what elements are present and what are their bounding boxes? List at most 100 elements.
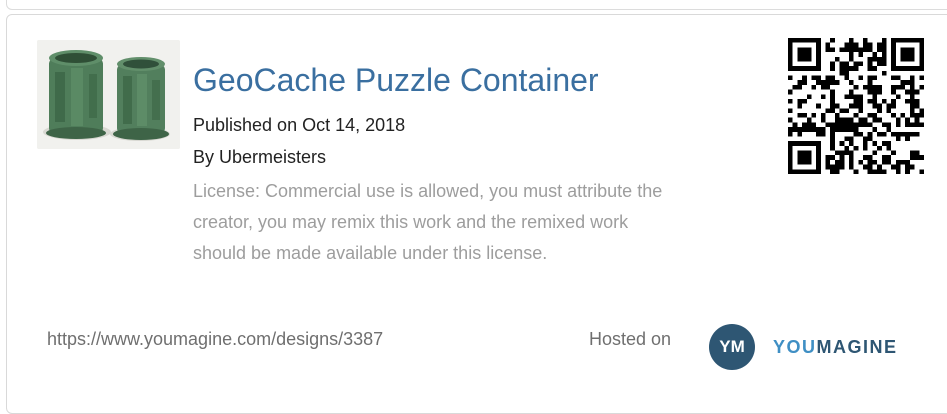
qr-module [891,89,896,95]
qr-module [797,103,803,109]
qr-module [853,84,859,90]
qr-module [839,122,845,128]
qr-module [811,141,817,146]
qr-module [895,122,901,128]
qr-module [802,47,807,53]
qr-module [816,150,821,156]
qr-module [839,141,845,146]
qr-module [909,38,915,43]
qr-module [788,150,793,156]
qr-module [839,70,845,76]
qr-module [830,89,835,95]
qr-module [867,61,873,67]
qr-module [848,38,854,43]
qr-module [891,38,896,43]
qr-module [872,84,878,90]
qr-module [881,122,887,128]
qr-module [844,66,849,71]
qr-module [900,113,906,118]
youmagine-logo-wordmark[interactable]: YOUMAGINE [773,337,898,358]
qr-module [839,108,845,114]
author-byline: By Ubermeisters [193,147,327,167]
qr-module [830,136,835,142]
qr-module [816,66,821,71]
qr-module [919,113,924,118]
qr-module [881,38,887,43]
qr-module [919,47,924,53]
qr-module [886,155,892,160]
qr-module [909,98,915,104]
qr-module [905,47,910,53]
qr-module [909,164,915,170]
qr-module [909,155,915,160]
qr-module [834,113,840,118]
qr-module [802,98,807,104]
qr-module [825,159,831,165]
qr-module [881,131,887,137]
qr-module [848,47,854,53]
qr-module [811,84,817,90]
qr-module [858,75,864,81]
qr-module [877,103,882,109]
qr-module [895,117,901,123]
qr-module [914,89,920,95]
qr-module [820,127,826,132]
youmagine-logo-badge[interactable]: YM [709,324,755,370]
qr-module [858,122,864,128]
qr-module [891,164,896,170]
qr-module [914,38,920,43]
qr-module [839,164,845,170]
qr-module [848,94,854,99]
qr-module [863,47,868,53]
design-url-link[interactable]: https://www.youmagine.com/designs/3387 [47,329,383,350]
qr-module [830,66,835,71]
qr-module [886,108,892,114]
qr-module [914,66,920,71]
qr-module [914,98,920,104]
design-thumbnail[interactable] [37,40,180,149]
qr-module [909,84,915,90]
qr-module [867,75,873,81]
qr-module [853,61,859,67]
qr-module [895,131,901,137]
qr-module [816,131,821,137]
qr-module [863,164,868,170]
qr-module [919,122,924,128]
qr-module [881,47,887,53]
qr-module [788,108,793,114]
qr-module [881,155,887,160]
qr-module [905,80,910,85]
qr-module [886,159,892,165]
qr-module [830,141,835,146]
license-text: License: Commercial use is allowed, you … [193,181,663,263]
qr-module [806,47,812,53]
qr-module [905,122,910,128]
qr-module [816,80,821,85]
qr-module [905,117,910,123]
qr-module [909,94,915,99]
qr-module [853,127,859,132]
qr-module [802,155,807,160]
qr-module [834,150,840,156]
design-title-link[interactable]: GeoCache Puzzle Container [193,62,599,99]
qr-module [816,42,821,48]
qr-module [788,42,793,48]
qr-module [788,131,793,137]
qr-module [797,131,803,137]
qr-module [802,75,807,81]
qr-module [919,108,924,114]
qr-module [877,61,882,67]
qr-module [881,141,887,146]
qr-module [909,52,915,57]
qr-module [891,98,896,104]
qr-module [872,94,878,99]
qr-module [816,52,821,57]
qr-module [895,159,901,165]
qr-module [788,155,793,160]
qr-module [788,164,793,170]
qr-module [830,94,835,99]
qr-module [895,164,901,170]
qr-module [900,131,906,137]
qr-module [839,159,845,165]
qr-module [830,145,835,151]
